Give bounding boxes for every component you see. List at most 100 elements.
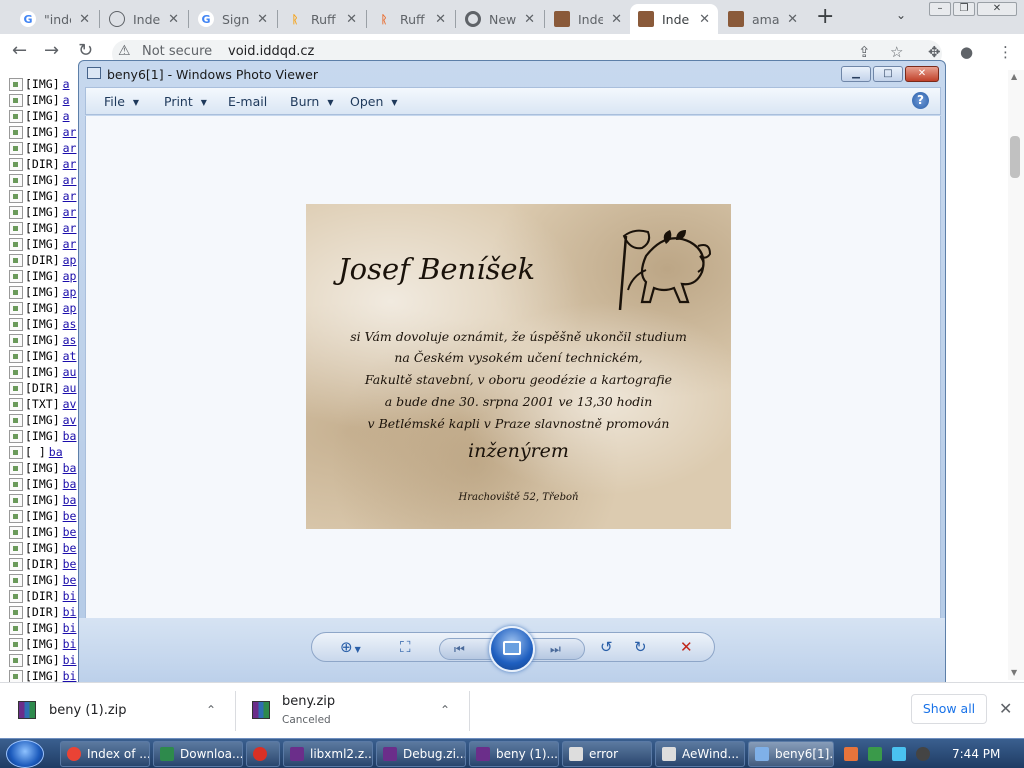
close-icon[interactable]: ✕: [257, 12, 268, 27]
file-link[interactable]: ar: [63, 157, 77, 171]
file-link[interactable]: bi: [63, 669, 77, 683]
close-icon[interactable]: ✕: [611, 12, 622, 27]
scroll-up-icon[interactable]: ▲: [1011, 72, 1017, 81]
chevron-up-icon[interactable]: ⌃: [440, 703, 450, 717]
tray-volume-icon[interactable]: [916, 747, 930, 761]
close-icon[interactable]: ✕: [787, 12, 798, 27]
rotate-clockwise-icon[interactable]: ↻: [634, 639, 647, 655]
file-link[interactable]: as: [63, 317, 77, 331]
pv-maximize-button[interactable]: □: [873, 66, 903, 82]
menu-open[interactable]: Open ▼: [350, 94, 398, 109]
close-window-button[interactable]: ✕: [977, 2, 1017, 16]
menu-print[interactable]: Print ▼: [164, 94, 207, 109]
share-icon[interactable]: ⇪: [858, 43, 871, 61]
file-link[interactable]: a: [63, 77, 70, 91]
tray-network-icon[interactable]: [892, 747, 906, 761]
scrollbar-thumb[interactable]: [1010, 136, 1020, 178]
file-link[interactable]: ar: [63, 141, 77, 155]
taskbar-item[interactable]: AeWind...: [655, 741, 745, 767]
menu-kebab-icon[interactable]: ⋮: [998, 43, 1013, 61]
file-link[interactable]: ap: [63, 285, 77, 299]
file-link[interactable]: av: [63, 397, 77, 411]
tray-app-icon[interactable]: [844, 747, 858, 761]
new-tab-button[interactable]: +: [816, 6, 834, 28]
extensions-icon[interactable]: ✥: [928, 43, 941, 61]
rotate-counterclockwise-icon[interactable]: ↺: [600, 639, 613, 655]
taskbar-item[interactable]: Downloa...: [153, 741, 243, 767]
file-link[interactable]: bi: [63, 653, 77, 667]
file-link[interactable]: be: [63, 541, 77, 555]
file-link[interactable]: ar: [63, 173, 77, 187]
file-link[interactable]: be: [63, 573, 77, 587]
close-icon[interactable]: ✕: [699, 12, 710, 27]
taskbar-item[interactable]: Index of ...: [60, 741, 150, 767]
close-icon[interactable]: ✕: [524, 12, 535, 27]
menu-burn[interactable]: Burn ▼: [290, 94, 334, 109]
file-link[interactable]: be: [63, 557, 77, 571]
file-link[interactable]: at: [63, 349, 77, 363]
tab-6[interactable]: New ✕: [457, 4, 543, 34]
menu-file[interactable]: File ▼: [104, 94, 139, 109]
tray-shield-icon[interactable]: [868, 747, 882, 761]
file-link[interactable]: as: [63, 333, 77, 347]
bookmark-star-icon[interactable]: ☆: [890, 43, 903, 61]
profile-icon[interactable]: ●: [960, 43, 973, 61]
file-link[interactable]: ap: [63, 301, 77, 315]
file-link[interactable]: ar: [63, 189, 77, 203]
file-link[interactable]: au: [63, 365, 77, 379]
file-link[interactable]: ap: [63, 253, 77, 267]
pv-minimize-button[interactable]: ▁: [841, 66, 871, 82]
previous-icon[interactable]: ⏮: [454, 641, 465, 657]
file-link[interactable]: ar: [63, 125, 77, 139]
tab-search-chevron-icon[interactable]: ⌄: [896, 8, 906, 22]
file-link[interactable]: be: [63, 525, 77, 539]
tab-5[interactable]: ᚱ Ruff ✕: [368, 4, 454, 34]
close-icon[interactable]: ✕: [168, 12, 179, 27]
file-link[interactable]: bi: [63, 637, 77, 651]
taskbar-item-active[interactable]: beny6[1]...: [748, 741, 834, 767]
taskbar-item[interactable]: Debug.zi...: [376, 741, 466, 767]
close-icon[interactable]: ✕: [435, 12, 446, 27]
tab-7[interactable]: Inde ✕: [546, 4, 630, 34]
help-icon[interactable]: ?: [912, 92, 929, 109]
file-link[interactable]: ba: [49, 445, 63, 459]
download-item-1[interactable]: beny (1).zip ⌃: [0, 683, 234, 739]
file-link[interactable]: a: [63, 93, 70, 107]
file-link[interactable]: bi: [63, 621, 77, 635]
chevron-up-icon[interactable]: ⌃: [206, 703, 216, 717]
file-link[interactable]: bi: [63, 605, 77, 619]
delete-icon[interactable]: ✕: [680, 639, 693, 655]
file-link[interactable]: ar: [63, 221, 77, 235]
taskbar-item[interactable]: [246, 741, 280, 767]
clock[interactable]: 7:44 PM: [952, 747, 1000, 761]
file-link[interactable]: ar: [63, 237, 77, 251]
file-link[interactable]: bi: [63, 589, 77, 603]
zoom-icon[interactable]: ⊕ ▼: [340, 639, 361, 658]
file-link[interactable]: ar: [63, 205, 77, 219]
taskbar-item[interactable]: error: [562, 741, 652, 767]
file-link[interactable]: av: [63, 413, 77, 427]
menu-email[interactable]: E-mail: [228, 94, 267, 109]
actual-size-icon[interactable]: ⛶: [400, 639, 411, 655]
file-link[interactable]: ba: [63, 461, 77, 475]
tab-8-active[interactable]: Inde ✕: [630, 4, 718, 34]
taskbar-item[interactable]: beny (1)....: [469, 741, 559, 767]
restore-button[interactable]: ❐: [953, 2, 975, 16]
url-text[interactable]: void.iddqd.cz: [228, 44, 314, 59]
file-link[interactable]: a: [63, 109, 70, 123]
close-icon[interactable]: ✕: [79, 12, 90, 27]
file-link[interactable]: ba: [63, 493, 77, 507]
tab-9[interactable]: ama ✕: [720, 4, 806, 34]
file-link[interactable]: ap: [63, 269, 77, 283]
tab-2[interactable]: Inde ✕: [101, 4, 187, 34]
reload-icon[interactable]: ↻: [78, 42, 93, 60]
minimize-button[interactable]: –: [929, 2, 951, 16]
scroll-down-icon[interactable]: ▼: [1011, 668, 1017, 677]
close-icon[interactable]: ✕: [346, 12, 357, 27]
pv-close-button[interactable]: ✕: [905, 66, 939, 82]
forward-arrow-icon[interactable]: →: [44, 42, 59, 60]
tab-4[interactable]: ᚱ Ruff ✕: [279, 4, 365, 34]
tab-3[interactable]: G Sign ✕: [190, 4, 276, 34]
taskbar-item[interactable]: libxml2.z...: [283, 741, 373, 767]
start-button[interactable]: [6, 740, 44, 768]
